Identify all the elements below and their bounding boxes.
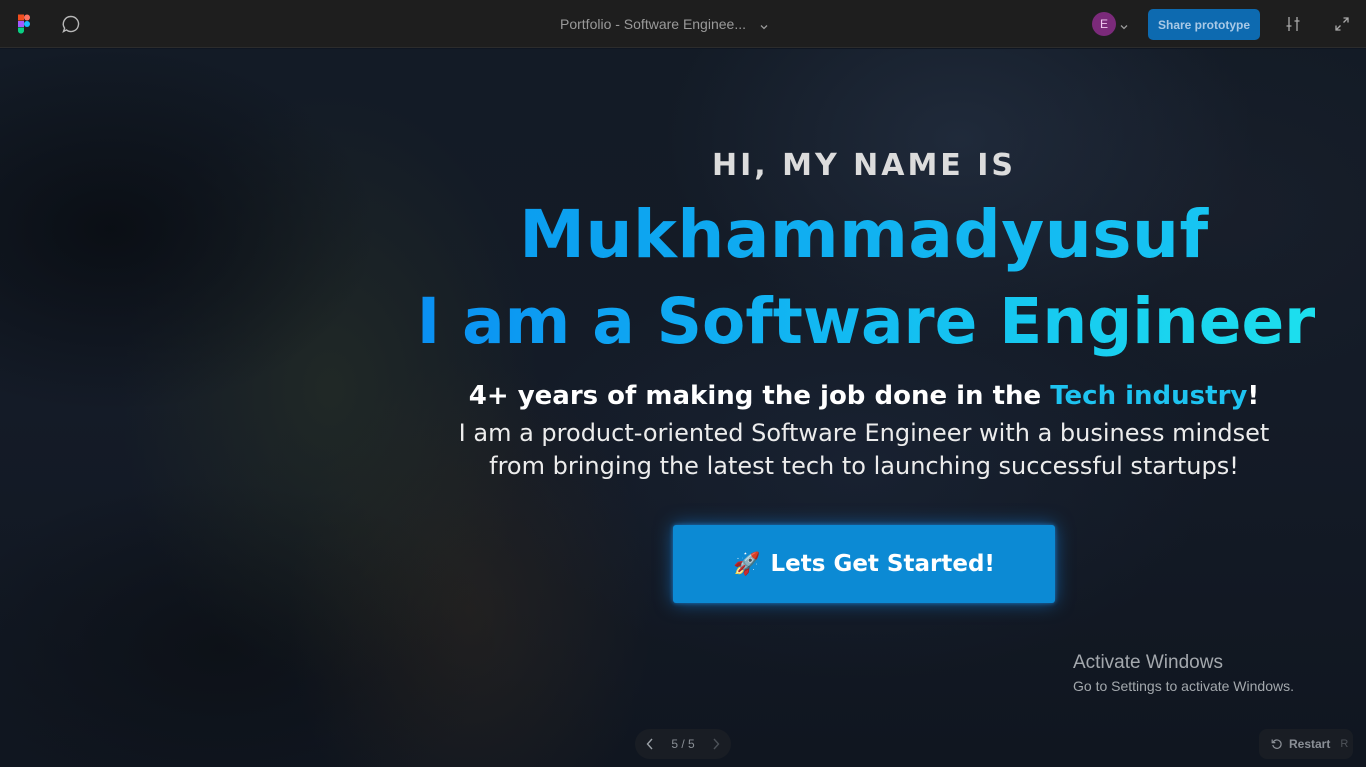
comment-icon[interactable] xyxy=(49,0,93,48)
chevron-down-icon xyxy=(1120,15,1128,34)
next-frame-button[interactable] xyxy=(709,737,723,751)
restart-icon xyxy=(1271,735,1283,754)
restart-label: Restart xyxy=(1289,737,1331,751)
hero-name: Mukhammadyusuf xyxy=(0,196,1366,273)
frame-pager: 5 / 5 xyxy=(635,729,731,759)
figma-prototype-viewer: Portfolio - Software Enginee... E Share … xyxy=(0,0,1366,767)
file-title-dropdown[interactable]: Portfolio - Software Enginee... xyxy=(560,0,768,48)
hero-subtitle: 4+ years of making the job done in the T… xyxy=(0,381,1366,411)
hero-description: I am a product-oriented Software Enginee… xyxy=(0,417,1366,483)
user-avatar-menu[interactable]: E xyxy=(1092,11,1128,37)
watermark-subtitle: Go to Settings to activate Windows. xyxy=(1073,678,1294,694)
windows-activation-watermark: Activate Windows Go to Settings to activ… xyxy=(1073,652,1294,694)
top-toolbar: Portfolio - Software Enginee... E Share … xyxy=(0,0,1366,48)
get-started-label: Lets Get Started! xyxy=(770,551,995,577)
expand-icon[interactable] xyxy=(1320,0,1364,48)
subtitle-end: ! xyxy=(1247,381,1260,411)
description-line-2: from bringing the latest tech to launchi… xyxy=(489,452,1239,480)
chevron-down-icon xyxy=(760,15,768,34)
subtitle-start: 4+ years of making the job done in the xyxy=(468,381,1051,411)
figma-logo-icon[interactable] xyxy=(2,0,46,48)
share-prototype-button[interactable]: Share prototype xyxy=(1148,9,1260,40)
prototype-canvas: HI, MY NAME IS Mukhammadyusuf I am a Sof… xyxy=(0,49,1366,767)
get-started-button[interactable]: 🚀 Lets Get Started! xyxy=(673,525,1055,603)
subtitle-accent: Tech industry xyxy=(1050,381,1248,411)
hero-kicker: HI, MY NAME IS xyxy=(711,148,1017,183)
avatar: E xyxy=(1092,12,1116,36)
settings-sliders-icon[interactable] xyxy=(1271,0,1315,48)
description-line-1: I am a product-oriented Software Enginee… xyxy=(458,419,1270,447)
file-title: Portfolio - Software Enginee... xyxy=(560,16,746,32)
restart-shortcut: R xyxy=(1340,738,1349,750)
previous-frame-button[interactable] xyxy=(643,737,657,751)
hero-role: I am a Software Engineer xyxy=(410,285,1322,358)
restart-button[interactable]: Restart R xyxy=(1259,729,1353,759)
rocket-icon: 🚀 xyxy=(733,551,761,576)
watermark-title: Activate Windows xyxy=(1073,652,1223,673)
frame-counter: 5 / 5 xyxy=(671,737,695,751)
